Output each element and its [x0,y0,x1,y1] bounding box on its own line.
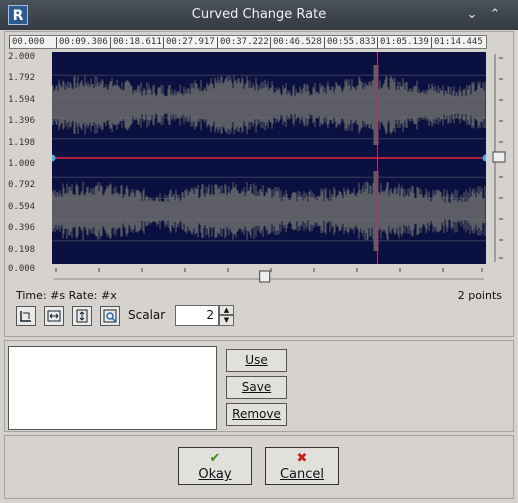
curve-point [48,154,56,162]
fit-horizontal-icon [47,310,61,322]
waveform-channel [51,65,486,145]
scalar-spinbox[interactable]: 2 ▲ ▼ [175,305,235,326]
maximize-button[interactable]: ⌃ [485,5,505,25]
cross-icon: ✖ [296,451,308,466]
rate-axis-label: 2.000 [8,52,36,62]
fit-vertical-icon [76,309,88,323]
point-count: 2 points [457,289,502,302]
rate-axis-label: 1.792 [8,73,36,83]
save-label: Save [241,380,272,394]
time-ruler: 00.000 00:09.306 00:18.611 00:27.917 00:… [9,35,487,49]
curve-editor-canvas[interactable] [48,52,490,264]
rate-axis-label: 0.198 [8,245,36,255]
scalar-input[interactable]: 2 [175,305,219,326]
horizontal-zoom-slider[interactable] [52,266,486,286]
fit-horizontal-button[interactable] [44,306,64,326]
zoom-fit-button[interactable] [16,306,36,326]
spin-up-button[interactable]: ▲ [219,305,234,315]
rate-axis-label: 0.792 [8,180,36,190]
remove-label: Remove [232,407,281,421]
fit-vertical-button[interactable] [72,306,92,326]
save-button[interactable]: Save [226,376,287,399]
rate-axis: 2.000 1.792 1.594 1.396 1.198 1.000 0.79… [8,52,48,274]
rate-axis-label: 1.000 [8,159,36,169]
ruler-tick: 00:46.528 [270,37,322,48]
ruler-tick: 00:37.222 [217,37,269,48]
ruler-tick: 01:05.139 [377,37,429,48]
scalar-label: Scalar [128,308,166,322]
rate-axis-label: 1.198 [8,138,36,148]
ruler-tick: 00.000 [9,37,45,48]
use-label: Use [245,353,268,367]
ruler-tick: 00:27.917 [163,37,215,48]
waveform-channel [51,171,486,251]
rate-axis-label: 0.594 [8,202,36,212]
dialog-button-bar [4,435,514,499]
ruler-tick: 00:18.611 [110,37,162,48]
cancel-label: Cancel [279,467,325,482]
rate-axis-label: 0.000 [8,264,36,274]
vertical-zoom-slider[interactable] [490,52,506,264]
rate-axis-label: 1.396 [8,116,36,126]
checkmark-icon: ✔ [209,451,221,466]
rate-axis-label: 0.396 [8,223,36,233]
use-button[interactable]: Use [226,349,287,372]
zoom-fit-icon [20,311,31,322]
zoom-select-icon [103,309,117,323]
ruler-tick: 01:14.445 [431,37,483,48]
rate-axis-label: 1.594 [8,95,36,105]
cancel-button[interactable]: ✖ Cancel [265,447,339,485]
zoom-select-button[interactable] [100,306,120,326]
presets-list[interactable] [8,346,217,430]
title-bar[interactable]: R Curved Change Rate ⌄ ⌃ [0,0,518,30]
ruler-tick: 00:55.833 [324,37,376,48]
minimize-button[interactable]: ⌄ [462,5,482,25]
spin-down-button[interactable]: ▼ [219,315,234,326]
okay-label: Okay [198,467,232,482]
waveform-graph[interactable] [48,52,490,264]
okay-button[interactable]: ✔ Okay [178,447,252,485]
ruler-tick: 00:09.306 [56,37,108,48]
cursor-readout: Time: #s Rate: #x [16,289,117,302]
window-title: Curved Change Rate [191,7,327,22]
curve-point [482,154,490,162]
remove-button[interactable]: Remove [226,403,287,426]
